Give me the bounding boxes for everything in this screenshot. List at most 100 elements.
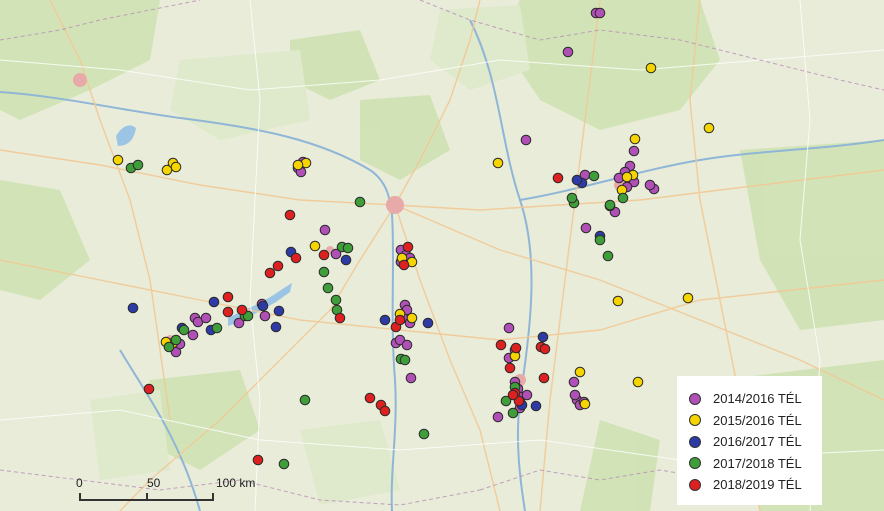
sighting-marker[interactable] [259, 310, 271, 322]
sighting-marker[interactable] [537, 331, 549, 343]
sighting-marker[interactable] [510, 342, 522, 354]
sighting-marker[interactable] [222, 306, 234, 318]
sighting-marker[interactable] [208, 296, 220, 308]
sighting-marker[interactable] [507, 389, 519, 401]
scale-tick [212, 493, 214, 501]
sighting-marker[interactable] [318, 249, 330, 261]
sighting-marker[interactable] [628, 145, 640, 157]
sighting-marker[interactable] [422, 317, 434, 329]
legend-item-2014-2016: 2014/2016 TÉL [689, 388, 822, 410]
sighting-marker[interactable] [492, 411, 504, 423]
sighting-marker[interactable] [574, 366, 586, 378]
sighting-marker[interactable] [629, 133, 641, 145]
sighting-marker[interactable] [364, 392, 376, 404]
sighting-marker[interactable] [588, 170, 600, 182]
sighting-marker[interactable] [492, 157, 504, 169]
sighting-marker[interactable] [552, 172, 564, 184]
sighting-marker[interactable] [178, 324, 190, 336]
sighting-marker[interactable] [617, 192, 629, 204]
legend-label: 2018/2019 TÉL [713, 477, 802, 493]
sighting-marker[interactable] [645, 62, 657, 74]
sighting-marker[interactable] [309, 240, 321, 252]
sighting-marker[interactable] [507, 407, 519, 419]
sighting-marker[interactable] [257, 300, 269, 312]
sighting-marker[interactable] [594, 234, 606, 246]
sighting-marker[interactable] [703, 122, 715, 134]
scale-bar: 0 50 100 km [70, 476, 270, 506]
sighting-marker[interactable] [401, 339, 413, 351]
sighting-marker[interactable] [354, 196, 366, 208]
sighting-marker[interactable] [272, 260, 284, 272]
sighting-marker[interactable] [200, 312, 212, 324]
legend-dot-2017-2018 [689, 457, 701, 470]
sighting-marker[interactable] [236, 304, 248, 316]
sighting-marker[interactable] [398, 259, 410, 271]
sighting-marker[interactable] [379, 405, 391, 417]
sighting-marker[interactable] [330, 294, 342, 306]
sighting-marker[interactable] [632, 376, 644, 388]
sighting-marker[interactable] [170, 161, 182, 173]
legend-item-2015-2016: 2015/2016 TÉL [689, 410, 822, 432]
sightings-2014-2016 [170, 7, 660, 423]
legend-label: 2016/2017 TÉL [713, 434, 802, 450]
sighting-marker[interactable] [399, 354, 411, 366]
sighting-marker[interactable] [402, 241, 414, 253]
sighting-marker[interactable] [594, 7, 606, 19]
sighting-marker[interactable] [334, 312, 346, 324]
sighting-marker[interactable] [418, 428, 430, 440]
sighting-marker[interactable] [284, 209, 296, 221]
sighting-marker[interactable] [299, 394, 311, 406]
sighting-marker[interactable] [379, 314, 391, 326]
sighting-marker[interactable] [170, 334, 182, 346]
sighting-marker[interactable] [143, 383, 155, 395]
sighting-marker[interactable] [579, 398, 591, 410]
sighting-marker[interactable] [644, 179, 656, 191]
sighting-marker[interactable] [621, 171, 633, 183]
sighting-marker[interactable] [580, 222, 592, 234]
sighting-marker[interactable] [569, 389, 581, 401]
scale-label-100: 100 km [216, 476, 256, 490]
sighting-marker[interactable] [562, 46, 574, 58]
sighting-marker[interactable] [406, 312, 418, 324]
sighting-marker[interactable] [568, 376, 580, 388]
sighting-marker[interactable] [405, 372, 417, 384]
sighting-marker[interactable] [112, 154, 124, 166]
sighting-marker[interactable] [292, 159, 304, 171]
sighting-marker[interactable] [682, 292, 694, 304]
sighting-marker[interactable] [322, 282, 334, 294]
sighting-marker[interactable] [264, 267, 276, 279]
sighting-marker[interactable] [132, 159, 144, 171]
sighting-marker[interactable] [566, 192, 578, 204]
sighting-marker[interactable] [222, 291, 234, 303]
sighting-marker[interactable] [520, 134, 532, 146]
sighting-marker[interactable] [211, 322, 223, 334]
sighting-marker[interactable] [273, 305, 285, 317]
sighting-marker[interactable] [571, 174, 583, 186]
sighting-marker[interactable] [612, 295, 624, 307]
sighting-marker[interactable] [495, 339, 507, 351]
sighting-marker[interactable] [290, 252, 302, 264]
sighting-marker[interactable] [342, 242, 354, 254]
sighting-marker[interactable] [127, 302, 139, 314]
sighting-marker[interactable] [187, 329, 199, 341]
sighting-marker[interactable] [521, 389, 533, 401]
sighting-marker[interactable] [503, 322, 515, 334]
scale-tick [79, 493, 81, 501]
sighting-marker[interactable] [539, 343, 551, 355]
sighting-marker[interactable] [394, 314, 406, 326]
scale-label-50: 50 [147, 476, 161, 490]
sighting-marker[interactable] [340, 254, 352, 266]
sighting-marker[interactable] [270, 321, 282, 333]
sighting-marker[interactable] [318, 266, 330, 278]
sightings-2017-2018 [125, 159, 629, 470]
sighting-marker[interactable] [604, 199, 616, 211]
sighting-marker[interactable] [538, 372, 550, 384]
sighting-marker[interactable] [319, 224, 331, 236]
sighting-marker[interactable] [278, 458, 290, 470]
sighting-marker[interactable] [602, 250, 614, 262]
sighting-marker[interactable] [252, 454, 264, 466]
sighting-marker[interactable] [530, 400, 542, 412]
sighting-marker[interactable] [504, 362, 516, 374]
legend-dot-2015-2016 [689, 414, 701, 427]
map-canvas[interactable]: 2014/2016 TÉL 2015/2016 TÉL 2016/2017 TÉ… [0, 0, 884, 511]
